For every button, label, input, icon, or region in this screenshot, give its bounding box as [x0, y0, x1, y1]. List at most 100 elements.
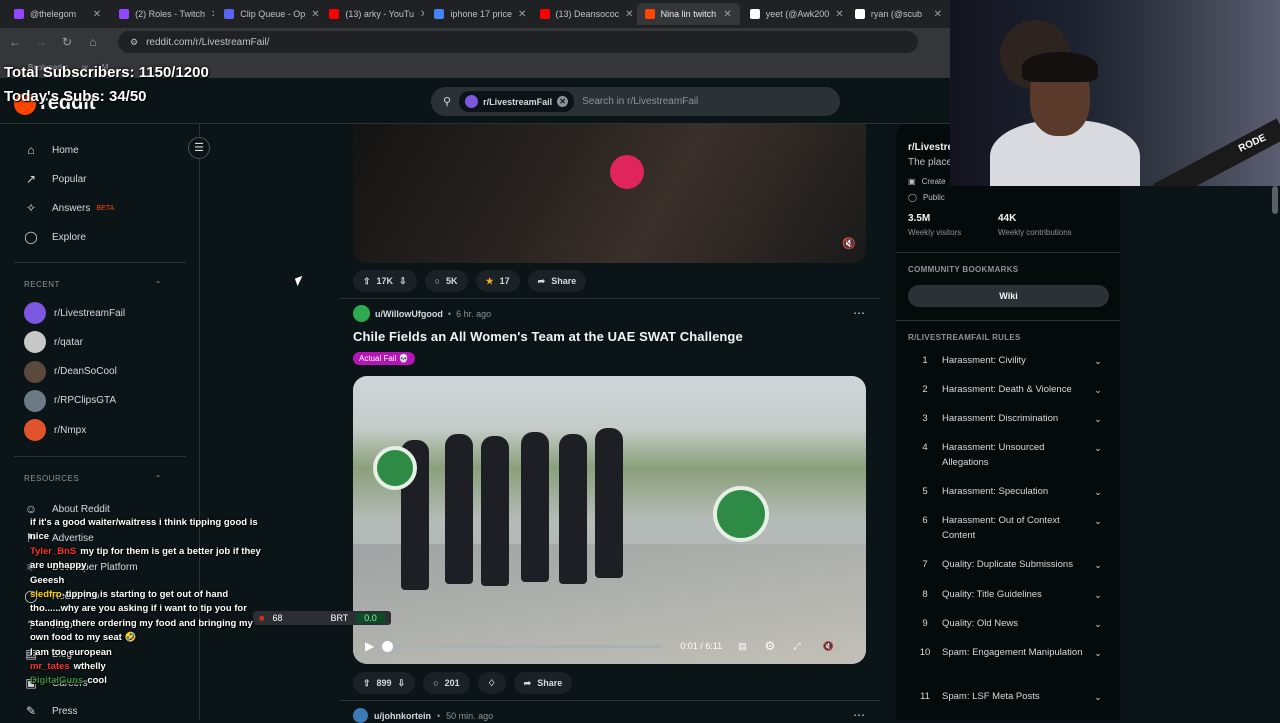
recent-subreddit-item[interactable]: r/DeanSoCool	[24, 360, 117, 383]
wiki-button[interactable]: Wiki	[908, 285, 1109, 307]
close-tab-icon[interactable]: ✕	[311, 9, 319, 20]
subreddit-search-chip[interactable]: r/LivestreamFail ✕	[459, 91, 575, 112]
browser-tab[interactable]: @thelegom ✕	[6, 3, 109, 25]
rule-item[interactable]: 1 Harassment: Civility ⌄	[908, 354, 1108, 369]
chevron-down-icon[interactable]: ⌄	[1088, 617, 1108, 632]
chat-username: sledfro	[30, 589, 62, 601]
mute-icon[interactable]: 🔇	[823, 641, 834, 652]
close-tab-icon[interactable]: ✕	[518, 9, 526, 20]
close-tab-icon[interactable]: ✕	[93, 9, 101, 20]
browser-tab[interactable]: Clip Queue - Op ✕	[216, 3, 319, 25]
recent-subreddit-item[interactable]: r/LivestreamFail	[24, 302, 125, 324]
post-video-player[interactable]	[353, 124, 866, 263]
recent-subreddit-item[interactable]: r/qatar	[24, 331, 83, 354]
search-input[interactable]: Search in r/LivestreamFail	[582, 96, 698, 107]
home-browser-icon[interactable]: ⌂	[86, 35, 100, 49]
browser-tab[interactable]: ryan (@scub ✕	[847, 3, 950, 25]
chevron-down-icon[interactable]: ⌄	[1088, 485, 1108, 500]
post-author[interactable]: u/WillowUfgood	[375, 309, 443, 319]
rule-item[interactable]: 4 Harassment: Unsourced Allegations ⌄	[908, 441, 1108, 470]
close-tab-icon[interactable]: ✕	[625, 9, 633, 20]
rule-item[interactable]: 6 Harassment: Out of Context Content ⌄	[908, 514, 1108, 543]
share-button[interactable]: ➦ Share	[527, 270, 587, 292]
post-flair[interactable]: Actual Fail 💀	[353, 352, 415, 365]
upvote-icon[interactable]: ⇧	[363, 276, 371, 287]
rule-item[interactable]: 9 Quality: Old News ⌄	[908, 617, 1108, 632]
browser-tab[interactable]: (2) Roles - Twitch ✕	[111, 3, 214, 25]
rule-item[interactable]: 8 Quality: Title Guidelines ⌄	[908, 588, 1108, 603]
sidebar-item-press[interactable]: ✎ Press	[24, 704, 78, 718]
close-tab-icon[interactable]: ✕	[934, 9, 942, 20]
sidebar-item-explore[interactable]: ◯ Explore	[24, 230, 86, 244]
rule-item[interactable]: 3 Harassment: Discrimination ⌄	[908, 412, 1108, 427]
rule-item[interactable]: 11 Spam: LSF Meta Posts ⌄	[908, 690, 1108, 705]
browser-tab[interactable]: (13) Deansococ ✕	[532, 3, 635, 25]
comments-button[interactable]: ○ 5K	[424, 270, 468, 292]
comments-button[interactable]: ○ 201	[423, 672, 470, 694]
more-options-icon[interactable]: ⋯	[853, 306, 865, 320]
resources-section-header[interactable]: RESOURCES ⌃	[24, 474, 162, 483]
sidebar-collapse-button[interactable]: ☰	[188, 137, 210, 159]
forward-icon[interactable]: →	[34, 35, 48, 49]
sidebar-item-home[interactable]: ⌂ Home	[24, 143, 78, 157]
browser-tab[interactable]: iphone 17 price ✕	[426, 3, 529, 25]
upvote-icon[interactable]: ⇧	[363, 678, 371, 689]
search-bar[interactable]: ⚲ r/LivestreamFail ✕ Search in r/Livestr…	[431, 87, 840, 116]
site-info-icon[interactable]: ⚙	[130, 37, 138, 48]
chevron-down-icon[interactable]: ⌄	[1088, 514, 1108, 543]
chevron-down-icon[interactable]: ⌄	[1088, 441, 1108, 470]
close-tab-icon[interactable]: ✕	[723, 9, 731, 20]
chevron-down-icon[interactable]: ⌄	[1088, 558, 1108, 573]
share-button[interactable]: ➦ Share	[513, 672, 573, 694]
recent-section-header[interactable]: RECENT ⌃	[24, 280, 162, 289]
clear-chip-icon[interactable]: ✕	[557, 96, 569, 107]
progress-knob[interactable]	[382, 640, 394, 652]
reload-icon[interactable]: ↻	[60, 35, 74, 49]
awards-button[interactable]: ★ 17	[475, 270, 520, 292]
captions-icon[interactable]: ▤	[738, 641, 747, 652]
vote-count: 899	[376, 678, 392, 688]
chevron-down-icon[interactable]: ⌄	[1088, 690, 1108, 705]
close-tab-icon[interactable]: ✕	[835, 9, 843, 20]
chevron-down-icon[interactable]: ⌄	[1088, 588, 1108, 603]
chevron-down-icon[interactable]: ⌄	[1088, 383, 1108, 398]
avatar[interactable]	[353, 305, 370, 322]
chevron-down-icon[interactable]: ⌄	[1088, 646, 1108, 661]
fullscreen-icon[interactable]: ⤢	[793, 641, 800, 652]
rule-item[interactable]: 2 Harassment: Death & Violence ⌄	[908, 383, 1108, 398]
page-scrollbar[interactable]	[1272, 186, 1278, 214]
url-field[interactable]: ⚙ reddit.com/r/LivestreamFail/	[118, 31, 918, 53]
chevron-down-icon[interactable]: ⌄	[1088, 412, 1108, 427]
chat-message: if it's a good waiter/waitress i think t…	[30, 516, 270, 545]
post-video-player[interactable]	[353, 376, 866, 664]
recent-subreddit-item[interactable]: r/Nmpx	[24, 419, 86, 442]
sidebar-item-about-reddit[interactable]: ☺ About Reddit	[24, 502, 110, 516]
settings-icon[interactable]: ⚙	[765, 639, 776, 653]
video-progress-bar[interactable]	[382, 640, 663, 652]
browser-tab[interactable]: (13) arky - YouTu ✕	[321, 3, 424, 25]
award-button[interactable]: ♢	[477, 672, 506, 694]
close-tab-icon[interactable]: ✕	[211, 9, 214, 20]
sidebar-item-answers[interactable]: ✧ Answers BETA	[24, 201, 114, 215]
browser-tab[interactable]: Nina lin twitch ✕	[636, 3, 740, 25]
subreddit-chip-label: r/LivestreamFail	[483, 96, 553, 107]
recent-subreddit-item[interactable]: r/RPClipsGTA	[24, 389, 116, 412]
chevron-down-icon[interactable]: ⌄	[1088, 354, 1108, 369]
rule-item[interactable]: 10 Spam: Engagement Manipulation ⌄	[908, 646, 1108, 661]
browser-tab[interactable]: yeet (@Awk200 ✕	[742, 3, 845, 25]
video-figure	[595, 428, 623, 578]
downvote-icon[interactable]: ⇩	[399, 276, 407, 287]
sidebar-item-popular[interactable]: ↗ Popular	[24, 172, 87, 186]
rule-item[interactable]: 7 Quality: Duplicate Submissions ⌄	[908, 558, 1108, 573]
post-title[interactable]: Chile Fields an All Women's Team at the …	[353, 329, 743, 344]
play-icon[interactable]: ▶	[365, 639, 374, 653]
close-tab-icon[interactable]: ✕	[420, 9, 424, 20]
downvote-icon[interactable]: ⇩	[398, 678, 406, 689]
post-author[interactable]: u/johnkortein	[374, 711, 431, 721]
avatar[interactable]	[353, 708, 368, 723]
chat-message: Tyler_BnS my tip for them is get a better…	[30, 545, 270, 574]
back-icon[interactable]: ←	[8, 35, 22, 49]
mute-icon[interactable]: 🔇	[842, 237, 856, 250]
sidebar-divider	[14, 456, 186, 457]
rule-item[interactable]: 5 Harassment: Speculation ⌄	[908, 485, 1108, 500]
